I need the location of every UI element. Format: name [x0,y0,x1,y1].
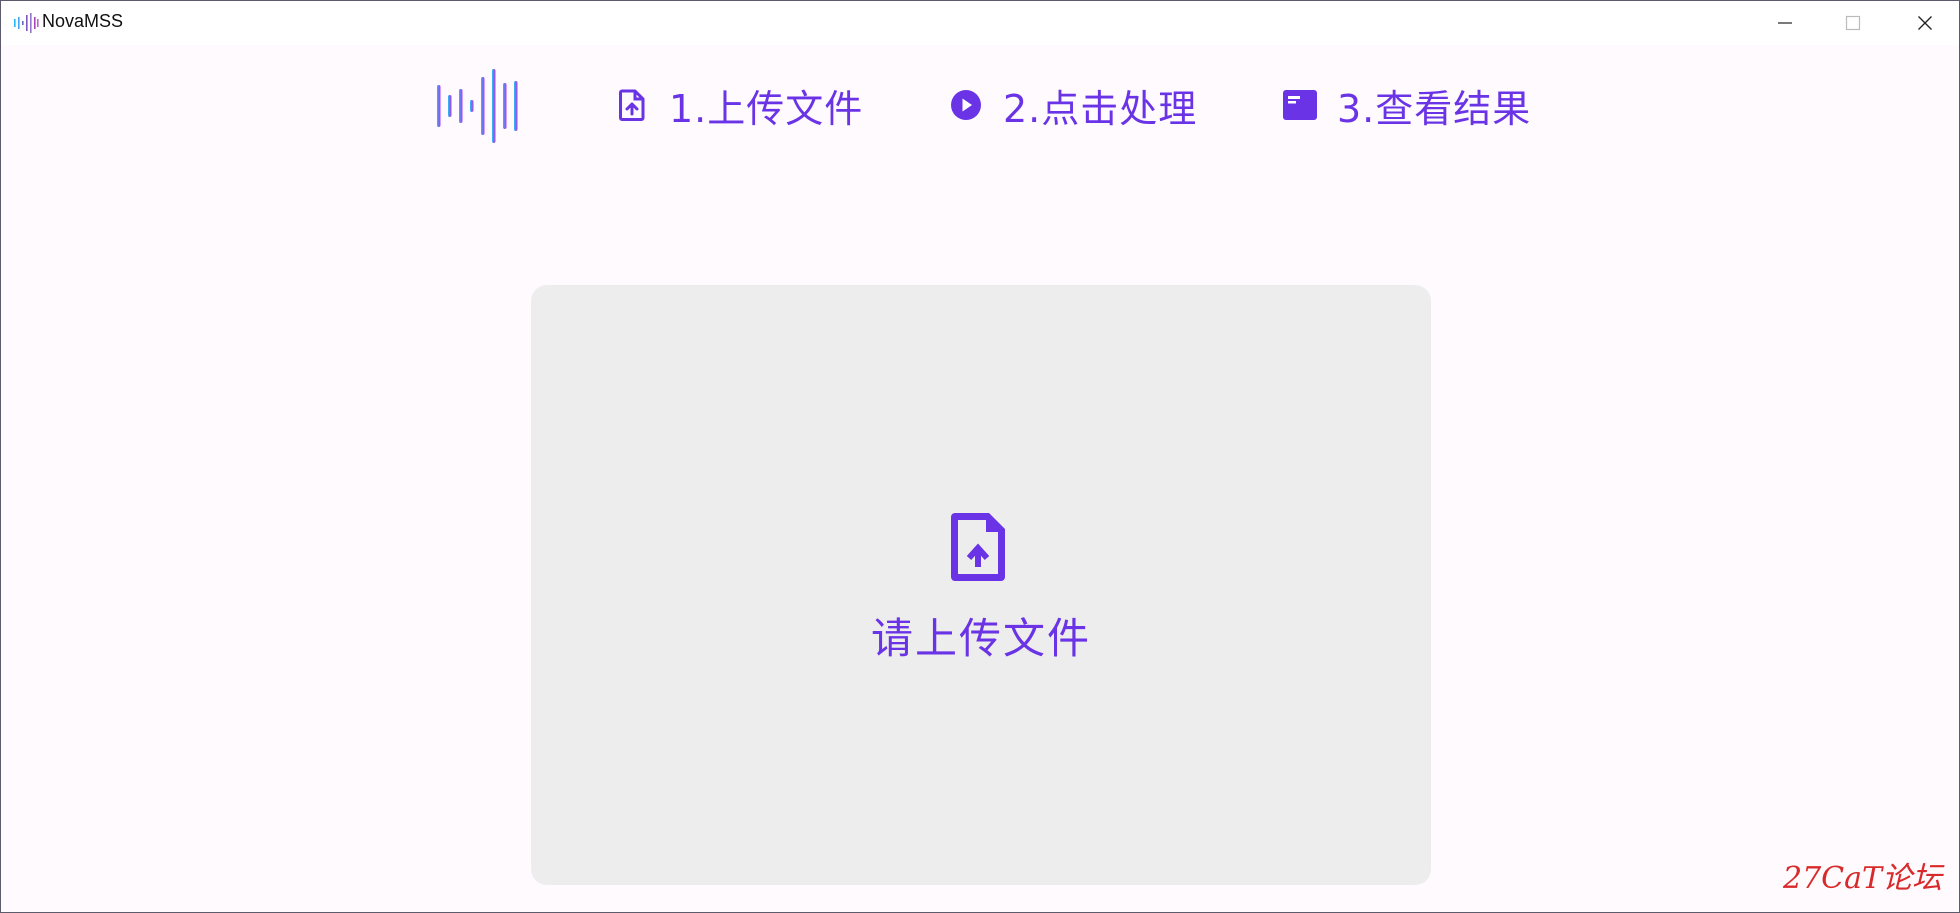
window-icon [1283,88,1317,122]
nav-step-upload-label: 1.上传文件 [669,86,864,131]
upload-dropzone[interactable]: 请上传文件 [531,285,1431,885]
file-upload-icon [951,513,1005,581]
play-circle-icon [949,88,983,122]
title-bar[interactable]: NovaMSS [1,1,1959,45]
nav-step-process-label: 2.点击处理 [1003,86,1198,131]
upload-prompt-label: 请上传文件 [870,614,1091,663]
window-title: NovaMSS [42,11,124,31]
app-logo [437,69,518,143]
sound-wave-icon [14,13,39,33]
file-upload-icon [615,88,649,122]
nav-step-results[interactable]: 3.查看结果 [1283,79,1531,131]
maximize-icon [1845,15,1861,31]
minimize-icon [1778,22,1792,24]
nav-step-results-label: 3.查看结果 [1337,86,1532,131]
maximize-button[interactable] [1819,1,1887,45]
watermark: 27CaT论坛 [1783,861,1943,896]
minimize-button[interactable] [1751,1,1819,45]
close-icon [1918,16,1932,30]
app-window: NovaMSS 1.上传文件 2.点击处理 3.查看结果 请上传文件 27CaT… [0,0,1960,913]
nav-step-process[interactable]: 2.点击处理 [949,79,1197,131]
close-button[interactable] [1891,1,1959,45]
nav-step-upload[interactable]: 1.上传文件 [615,79,863,131]
